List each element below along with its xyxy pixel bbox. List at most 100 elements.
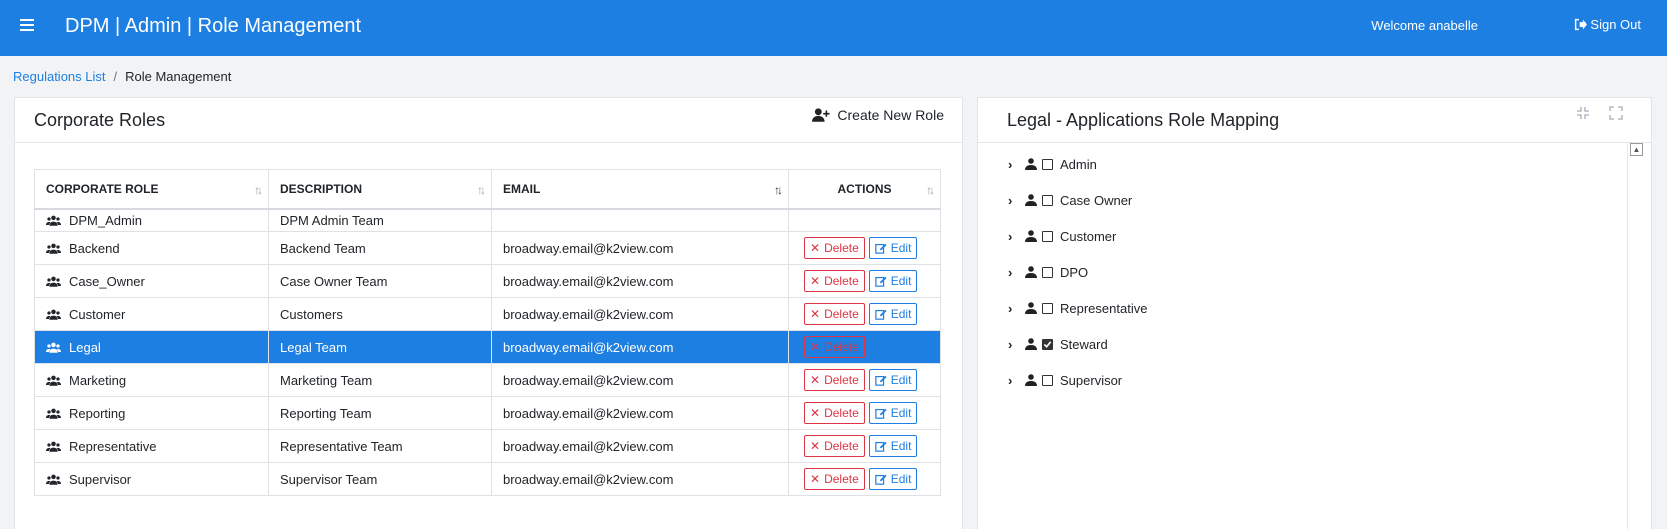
close-icon: ✕	[810, 340, 821, 354]
sort-icon[interactable]: ↑↓	[774, 183, 783, 197]
chevron-right-icon[interactable]: ›	[1008, 301, 1018, 316]
email-cell: broadway.email@k2view.com	[491, 429, 789, 463]
table-row[interactable]: Legal Legal Team broadway.email@k2view.com…	[34, 330, 941, 364]
sort-icon[interactable]: ↑↓	[254, 183, 263, 197]
delete-button[interactable]: ✕ Delete	[804, 303, 865, 325]
edit-button[interactable]: Edit	[868, 402, 918, 424]
edit-button[interactable]: Edit	[868, 237, 918, 259]
delete-button[interactable]: ✕ Delete	[804, 402, 865, 424]
users-icon	[46, 215, 61, 226]
description-cell: Reporting Team	[268, 396, 492, 430]
description-cell: Marketing Team	[268, 363, 492, 397]
tree-checkbox[interactable]	[1042, 230, 1053, 242]
table-row[interactable]: DPM_Admin DPM Admin Team	[34, 208, 941, 232]
column-header-actions[interactable]: ACTIONS ↑↓	[788, 169, 941, 210]
create-new-role-label: Create New Role	[837, 107, 944, 123]
chevron-right-icon[interactable]: ›	[1008, 229, 1018, 244]
tree-checkbox[interactable]	[1042, 266, 1053, 278]
role-mapping-card: Legal - Applications Role Mapping › Admin…	[977, 97, 1652, 529]
sort-icon[interactable]: ↑↓	[477, 183, 486, 197]
chevron-right-icon[interactable]: ›	[1008, 337, 1018, 352]
chevron-right-icon[interactable]: ›	[1008, 373, 1018, 388]
welcome-text: Welcome anabelle	[1371, 18, 1478, 33]
tree-checkbox[interactable]	[1042, 194, 1053, 206]
corporate-roles-title: Corporate Roles	[34, 110, 166, 130]
edit-button[interactable]: Edit	[868, 468, 918, 490]
users-icon	[46, 474, 61, 485]
role-name: Supervisor	[69, 471, 132, 487]
role-name: Marketing	[69, 372, 127, 388]
tree-item[interactable]: › Admin	[1008, 146, 1147, 182]
sort-icon[interactable]: ↑↓	[926, 183, 935, 197]
tree-item-label: Supervisor	[1060, 372, 1123, 388]
column-header-email[interactable]: EMAIL ↑↓	[491, 169, 789, 210]
chevron-right-icon[interactable]: ›	[1008, 157, 1018, 172]
email-cell: broadway.email@k2view.com	[491, 396, 789, 430]
role-cell: DPM_Admin	[34, 208, 269, 232]
delete-button[interactable]: ✕ Delete	[804, 237, 865, 259]
chevron-right-icon[interactable]: ›	[1008, 193, 1018, 208]
delete-button[interactable]: ✕ Delete	[804, 270, 865, 292]
table-row[interactable]: Backend Backend Team broadway.email@k2view…	[34, 231, 941, 265]
delete-button[interactable]: ✕ Delete	[804, 336, 865, 358]
tree-item[interactable]: › Case Owner	[1008, 182, 1147, 218]
tree-item[interactable]: › Customer	[1008, 218, 1147, 254]
actions-cell: ✕ Delete Edit	[788, 396, 941, 430]
description-cell: Supervisor Team	[268, 462, 492, 496]
email-cell: broadway.email@k2view.com	[491, 297, 789, 331]
tree-item[interactable]: › Supervisor	[1008, 362, 1147, 398]
tree-checkbox[interactable]	[1042, 374, 1053, 386]
email-cell: broadway.email@k2view.com	[491, 363, 789, 397]
edit-button[interactable]: Edit	[868, 369, 918, 391]
description-cell: Customers	[268, 297, 492, 331]
tree-checkbox[interactable]	[1042, 338, 1053, 350]
actions-cell: ✕ Delete Edit	[788, 264, 941, 298]
sign-out-button[interactable]: Sign Out	[1574, 17, 1641, 32]
table-row[interactable]: Supervisor Supervisor Team broadway.email@…	[34, 462, 941, 496]
description-cell: DPM Admin Team	[268, 208, 492, 232]
email-cell: broadway.email@k2view.com	[491, 231, 789, 265]
table-row[interactable]: Case_Owner Case Owner Team broadway.email@…	[34, 264, 941, 298]
tree-item[interactable]: › Representative	[1008, 290, 1147, 326]
role-name: Representative	[69, 438, 157, 454]
close-icon: ✕	[810, 241, 821, 255]
table-row[interactable]: Representative Representative Team broadwa…	[34, 429, 941, 463]
delete-button[interactable]: ✕ Delete	[804, 468, 865, 490]
tree-item[interactable]: › DPO	[1008, 254, 1147, 290]
role-name: Legal	[69, 339, 101, 355]
roles-table: CORPORATE ROLE ↑↓ DESCRIPTION ↑↓ EMAIL ↑↓ A…	[34, 169, 941, 496]
vertical-scrollbar[interactable]: ▲	[1627, 143, 1644, 529]
actions-cell: ✕ Delete	[788, 330, 941, 364]
role-name: Backend	[69, 240, 120, 256]
chevron-right-icon[interactable]: ›	[1008, 265, 1018, 280]
tree-item-label: Case Owner	[1060, 192, 1133, 208]
hamburger-icon[interactable]	[20, 19, 34, 31]
tree-checkbox[interactable]	[1042, 158, 1053, 170]
tree-item-label: Representative	[1060, 300, 1148, 316]
users-icon	[46, 309, 61, 320]
close-icon: ✕	[810, 472, 821, 486]
role-name: Case_Owner	[69, 273, 145, 289]
actions-cell: ✕ Delete Edit	[788, 363, 941, 397]
delete-button[interactable]: ✕ Delete	[804, 435, 865, 457]
close-icon: ✕	[810, 307, 821, 321]
scroll-up-icon[interactable]: ▲	[1630, 143, 1643, 156]
users-icon	[46, 408, 61, 419]
column-header-description[interactable]: DESCRIPTION ↑↓	[268, 169, 492, 210]
edit-button[interactable]: Edit	[868, 303, 918, 325]
user-icon	[1025, 338, 1037, 350]
expand-icon[interactable]	[1609, 106, 1623, 120]
edit-button[interactable]: Edit	[868, 435, 918, 457]
table-row[interactable]: Reporting Reporting Team broadway.email@k2…	[34, 396, 941, 430]
breadcrumb-regulations-link[interactable]: Regulations List	[13, 69, 106, 84]
delete-button[interactable]: ✕ Delete	[804, 369, 865, 391]
compress-icon[interactable]	[1576, 106, 1590, 120]
tree-checkbox[interactable]	[1042, 302, 1053, 314]
tree-item[interactable]: › Steward	[1008, 326, 1147, 362]
table-row[interactable]: Customer Customers broadway.email@k2view.c…	[34, 297, 941, 331]
column-header-corporate-role[interactable]: CORPORATE ROLE ↑↓	[34, 169, 269, 210]
role-cell: Marketing	[34, 363, 269, 397]
table-row[interactable]: Marketing Marketing Team broadway.email@k2…	[34, 363, 941, 397]
create-new-role-button[interactable]: Create New Role	[812, 107, 944, 123]
edit-button[interactable]: Edit	[868, 270, 918, 292]
